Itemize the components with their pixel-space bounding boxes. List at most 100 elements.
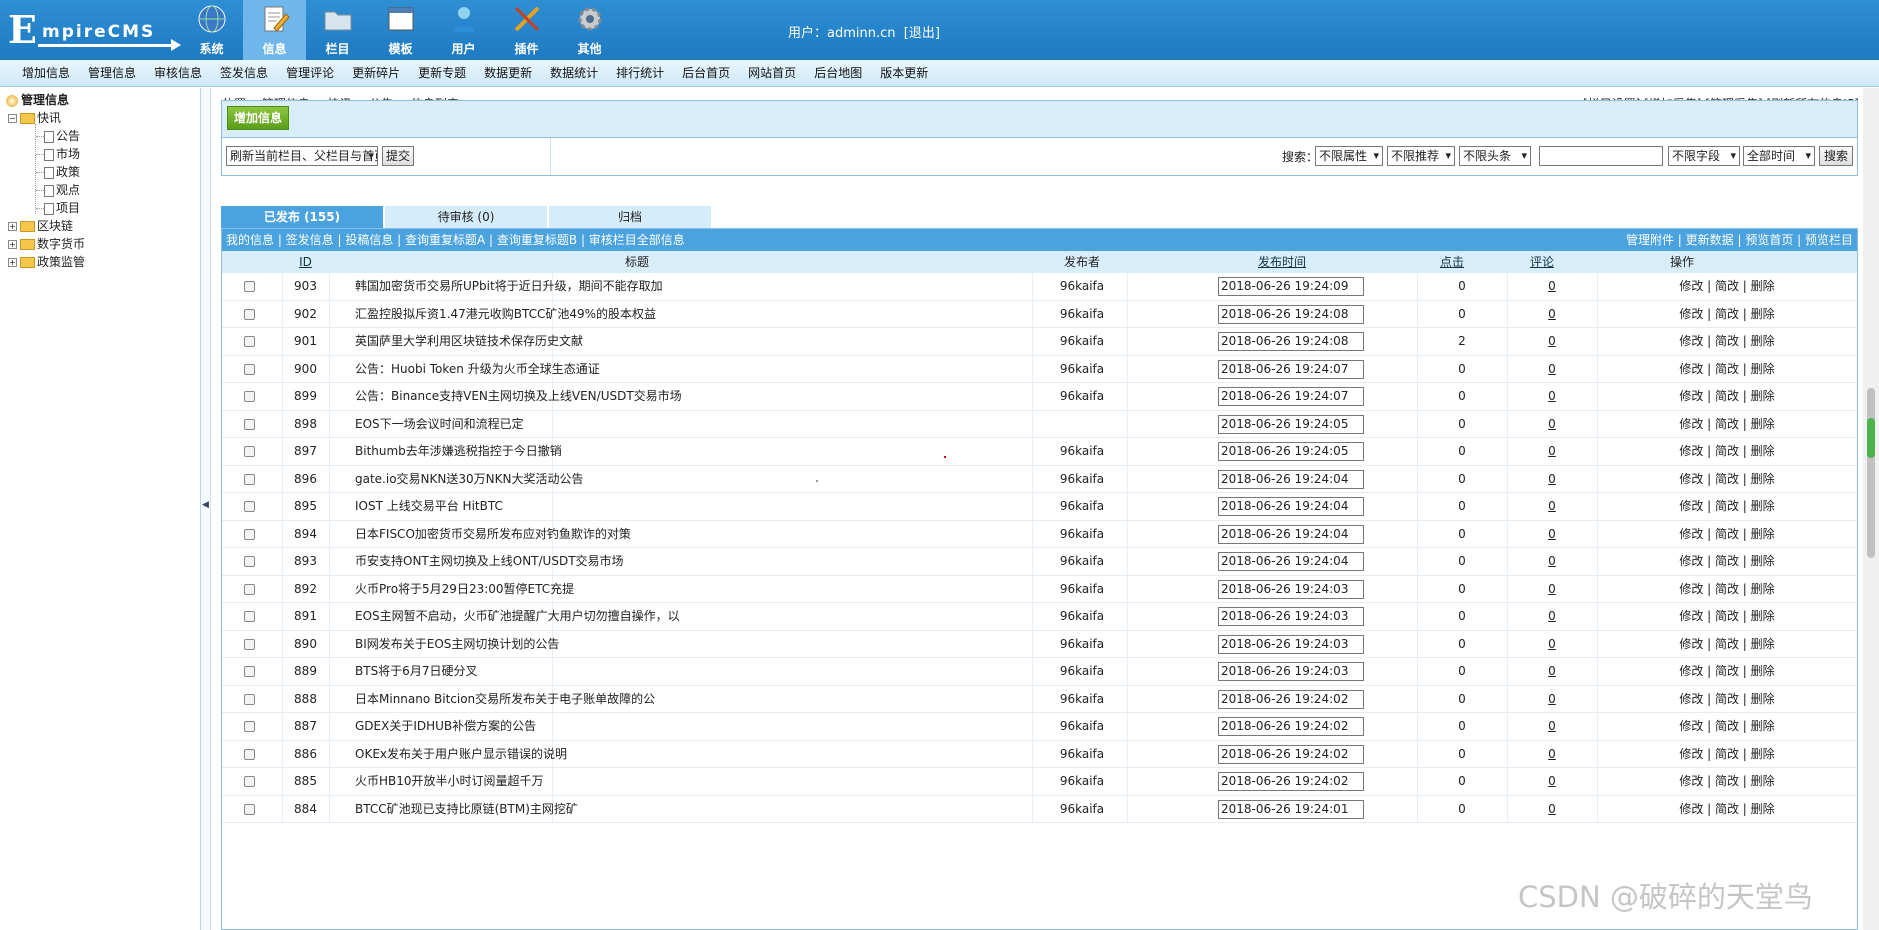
row-actions[interactable]: 修改 | 简改 | 删除 [1597, 713, 1857, 740]
logout-link[interactable]: [退出] [904, 26, 940, 41]
row-title-link[interactable]: 英国萨里大学利用区块链技术保存历史文献 [355, 328, 1025, 355]
row-actions[interactable]: 修改 | 简改 | 删除 [1597, 686, 1857, 713]
row-title-link[interactable]: BI网发布关于EOS主网切换计划的公告 [355, 631, 1025, 658]
row-actions[interactable]: 修改 | 简改 | 删除 [1597, 521, 1857, 548]
row-time-field[interactable]: 2018-06-26 19:24:07 [1218, 387, 1364, 406]
row-actions[interactable]: 修改 | 简改 | 删除 [1597, 796, 1857, 823]
row-title-link[interactable]: 日本Minnano Bitcion交易所发布关于电子账单故障的公 [355, 686, 1025, 713]
subnav-item[interactable]: 数据统计 [550, 60, 598, 87]
time-select[interactable]: 全部时间 [1743, 146, 1815, 166]
row-comments-link[interactable]: 0 [1507, 631, 1597, 658]
search-input[interactable] [1539, 146, 1663, 166]
subnav-item[interactable]: 增加信息 [22, 60, 70, 87]
tree-leaf[interactable]: 项目 [36, 200, 80, 216]
row-actions[interactable]: 修改 | 简改 | 删除 [1597, 548, 1857, 575]
headline-select[interactable]: 不限头条 [1459, 146, 1531, 166]
tree-leaf[interactable]: 观点 [36, 182, 80, 198]
row-comments-link[interactable]: 0 [1507, 548, 1597, 575]
row-actions[interactable]: 修改 | 简改 | 删除 [1597, 301, 1857, 328]
expand-icon[interactable]: + [8, 240, 17, 249]
subnav-item[interactable]: 管理信息 [88, 60, 136, 87]
row-comments-link[interactable]: 0 [1507, 713, 1597, 740]
empirecms-logo[interactable]: E mpireCMS [8, 8, 181, 52]
row-comments-link[interactable]: 0 [1507, 796, 1597, 823]
list-toolbar-right-links[interactable]: 管理附件 | 更新数据 | 预览首页 | 预览栏目 [1626, 229, 1853, 251]
row-time-field[interactable]: 2018-06-26 19:24:04 [1218, 524, 1364, 544]
row-checkbox[interactable] [244, 556, 255, 567]
row-comments-link[interactable]: 0 [1507, 273, 1597, 300]
row-checkbox[interactable] [244, 583, 255, 595]
row-time-field[interactable]: 2018-06-26 19:24:03 [1218, 607, 1364, 626]
subnav-item[interactable]: 管理评论 [286, 60, 334, 87]
row-time-field[interactable]: 2018-06-26 19:24:04 [1218, 469, 1364, 489]
subnav-item[interactable]: 版本更新 [880, 60, 928, 87]
expand-icon[interactable]: + [8, 258, 17, 267]
row-checkbox[interactable] [244, 391, 255, 402]
row-time-field[interactable]: 2018-06-26 19:24:08 [1218, 304, 1364, 324]
tree-leaf[interactable]: 市场 [36, 146, 80, 162]
row-comments-link[interactable]: 0 [1507, 328, 1597, 355]
row-title-link[interactable]: BTS将于6月7日硬分叉 [355, 658, 1025, 685]
row-actions[interactable]: 修改 | 简改 | 删除 [1597, 576, 1857, 603]
row-actions[interactable]: 修改 | 简改 | 删除 [1597, 383, 1857, 410]
row-title-link[interactable]: 公告：Huobi Token 升级为火币全球生态通证 [355, 356, 1025, 383]
tab-pending[interactable]: 待审核 (0) [385, 206, 547, 228]
row-checkbox[interactable] [244, 638, 255, 650]
row-title-link[interactable]: Bithumb去年涉嫌逃税指控于今日撤销 [355, 438, 1025, 465]
tree-leaf[interactable]: 政策 [36, 164, 80, 180]
col-time[interactable]: 发布时间 [1222, 251, 1342, 273]
row-title-link[interactable]: 日本FISCO加密货币交易所发布应对钓鱼欺诈的对策 [355, 521, 1025, 548]
row-checkbox[interactable] [244, 336, 255, 347]
tab-archive[interactable]: 归档 [549, 206, 711, 228]
row-comments-link[interactable]: 0 [1507, 301, 1597, 328]
row-actions[interactable]: 修改 | 简改 | 删除 [1597, 658, 1857, 685]
attribute-select[interactable]: 不限属性 [1315, 146, 1383, 166]
row-time-field[interactable]: 2018-06-26 19:24:02 [1218, 744, 1364, 764]
row-time-field[interactable]: 2018-06-26 19:24:09 [1218, 277, 1364, 296]
row-time-field[interactable]: 2018-06-26 19:24:03 [1218, 662, 1364, 681]
expand-icon[interactable]: + [8, 222, 17, 231]
nav-tools[interactable]: 插件 [495, 0, 558, 60]
row-title-link[interactable]: EOS下一场会议时间和流程已定 [355, 411, 1025, 438]
row-title-link[interactable]: BTCC矿池现已支持比原链(BTM)主网挖矿 [355, 796, 1025, 823]
row-time-field[interactable]: 2018-06-26 19:24:08 [1218, 332, 1364, 351]
row-title-link[interactable]: IOST 上线交易平台 HitBTC [355, 493, 1025, 520]
nav-window-template[interactable]: 模板 [369, 0, 432, 60]
col-clicks[interactable]: 点击 [1402, 251, 1502, 273]
subnav-item[interactable]: 签发信息 [220, 60, 268, 87]
tree-node[interactable]: + 区块链 [8, 218, 73, 234]
row-comments-link[interactable]: 0 [1507, 411, 1597, 438]
row-title-link[interactable]: 韩国加密货币交易所UPbit将于近日升级，期间不能存取加 [355, 273, 1025, 300]
list-toolbar-links[interactable]: 我的信息 | 签发信息 | 投稿信息 | 查询重复标题A | 查询重复标题B |… [226, 233, 685, 247]
row-comments-link[interactable]: 0 [1507, 768, 1597, 795]
row-title-link[interactable]: 火币HB10开放半小时订阅量超千万 [355, 768, 1025, 795]
scrollbar-thumb[interactable] [1867, 388, 1875, 558]
row-time-field[interactable]: 2018-06-26 19:24:02 [1218, 772, 1364, 791]
row-checkbox[interactable] [244, 473, 255, 485]
recommend-select[interactable]: 不限推荐 [1387, 146, 1455, 166]
tree-root[interactable]: 管理信息 [6, 92, 69, 108]
row-checkbox[interactable] [244, 721, 255, 732]
row-actions[interactable]: 修改 | 简改 | 删除 [1597, 768, 1857, 795]
row-time-field[interactable]: 2018-06-26 19:24:05 [1218, 442, 1364, 461]
row-checkbox[interactable] [244, 611, 255, 622]
row-checkbox[interactable] [244, 363, 255, 375]
subnav-item[interactable]: 后台地图 [814, 60, 862, 87]
row-time-field[interactable]: 2018-06-26 19:24:04 [1218, 552, 1364, 571]
subnav-item[interactable]: 审核信息 [154, 60, 202, 87]
refresh-submit-button[interactable]: 提交 [382, 146, 414, 166]
row-comments-link[interactable]: 0 [1507, 383, 1597, 410]
row-actions[interactable]: 修改 | 简改 | 删除 [1597, 466, 1857, 493]
row-checkbox[interactable] [244, 528, 255, 540]
col-comments[interactable]: 评论 [1492, 251, 1592, 273]
subnav-item[interactable]: 数据更新 [484, 60, 532, 87]
row-comments-link[interactable]: 0 [1507, 438, 1597, 465]
tab-published[interactable]: 已发布 (155) [221, 206, 383, 228]
refresh-select[interactable]: 刷新当前栏目、父栏目与首页 [226, 146, 378, 166]
row-comments-link[interactable]: 0 [1507, 493, 1597, 520]
row-checkbox[interactable] [244, 666, 255, 677]
row-title-link[interactable]: 汇盈控股拟斥资1.47港元收购BTCC矿池49%的股本权益 [355, 301, 1025, 328]
tree-node[interactable]: + 政策监管 [8, 254, 85, 270]
row-comments-link[interactable]: 0 [1507, 576, 1597, 603]
row-checkbox[interactable] [244, 281, 255, 292]
